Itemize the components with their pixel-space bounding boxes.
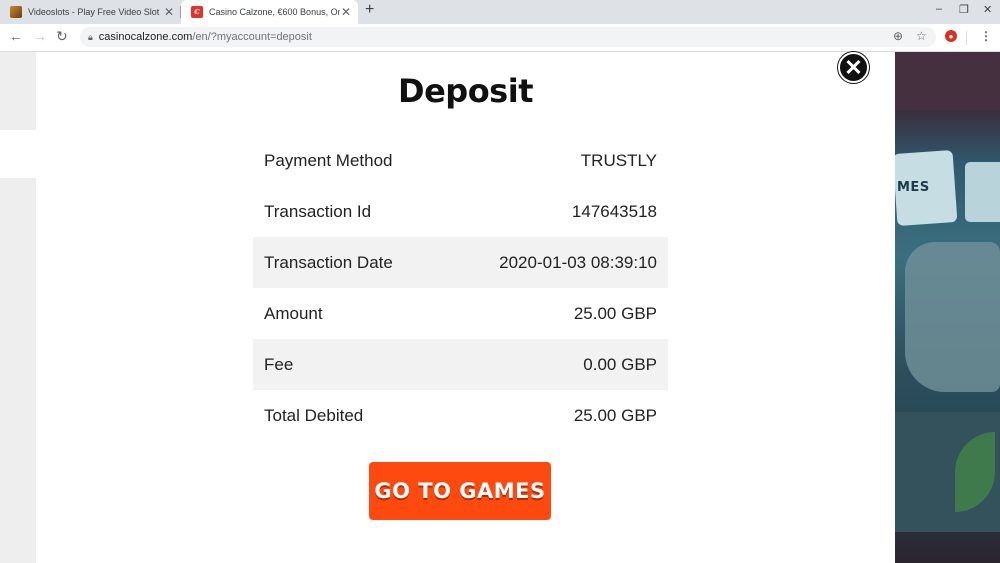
art-sign-secondary [965, 162, 1000, 222]
detail-label: Payment Method [264, 150, 393, 170]
background-artwork: MES [895, 52, 1000, 563]
window-close-icon[interactable]: ✕ [983, 3, 992, 16]
detail-label: Total Debited [264, 405, 364, 425]
detail-value: 25.00 GBP [573, 405, 657, 425]
extension-icon[interactable]: ● [945, 30, 957, 42]
videoslots-favicon-icon [10, 6, 22, 18]
restore-icon[interactable]: ❐ [959, 3, 969, 16]
minimize-icon[interactable]: – [936, 3, 942, 15]
go-to-games-button[interactable]: GO TO GAMES [369, 462, 551, 520]
tab-title: Casino Calzone, €600 Bonus, Onl [209, 7, 340, 17]
detail-label: Amount [264, 303, 323, 323]
more-menu-icon[interactable]: ⋮ [980, 29, 992, 43]
detail-value: 0.00 GBP [583, 354, 657, 374]
bookmark-star-icon[interactable]: ☆ [916, 29, 927, 43]
transaction-details: Payment Method TRUSTLY Transaction Id 14… [253, 135, 668, 441]
left-sidebar-strip [0, 130, 36, 178]
art-rock [905, 242, 1000, 392]
reload-icon[interactable]: ↻ [56, 28, 68, 45]
detail-row-transaction-id: Transaction Id 147643518 [253, 186, 668, 237]
browser-toolbar: ← → ↻ 🔒︎ casinocalzone.com/en/?myaccount… [0, 24, 1000, 52]
detail-value: 147643518 [571, 201, 657, 221]
detail-value: 2020-01-03 08:39:10 [499, 252, 657, 272]
forward-arrow-icon[interactable]: → [33, 28, 47, 44]
toolbar-divider [966, 31, 967, 45]
detail-value: TRUSTLY [580, 150, 657, 170]
lock-icon: 🔒︎ [88, 31, 93, 42]
back-arrow-icon[interactable]: ← [9, 28, 23, 44]
art-band [895, 52, 1000, 110]
casino-calzone-favicon-icon: c [191, 6, 203, 18]
url-path: /en/?myaccount=deposit [192, 31, 312, 43]
detail-row-amount: Amount 25.00 GBP [253, 288, 668, 339]
detail-row-total-debited: Total Debited 25.00 GBP [253, 390, 668, 441]
url-host: casinocalzone.com [98, 31, 193, 43]
detail-row-transaction-date: Transaction Date 2020-01-03 08:39:10 [253, 237, 668, 288]
tab-title: Videoslots - Play Free Video Slot [28, 7, 160, 17]
new-tab-button[interactable]: + [365, 1, 374, 19]
modal-title: Deposit [398, 72, 533, 110]
tab-videoslots[interactable]: Videoslots - Play Free Video Slot ✕ [0, 0, 181, 24]
detail-value: 25.00 GBP [573, 303, 657, 323]
detail-label: Transaction Date [264, 252, 393, 272]
address-bar[interactable]: 🔒︎ casinocalzone.com/en/?myaccount=depos… [80, 27, 936, 47]
art-sign-text: MES [897, 180, 930, 195]
detail-row-fee: Fee 0.00 GBP [253, 339, 668, 390]
tab-casino-calzone[interactable]: c Casino Calzone, €600 Bonus, Onl ✕ [181, 0, 358, 24]
tab-close-icon[interactable]: ✕ [163, 5, 175, 19]
detail-label: Fee [264, 354, 294, 374]
detail-label: Transaction Id [264, 201, 372, 221]
add-icon[interactable]: ⊕ [893, 29, 903, 43]
detail-row-payment-method: Payment Method TRUSTLY [253, 135, 668, 186]
tab-close-icon[interactable]: ✕ [340, 5, 352, 19]
tab-strip: Videoslots - Play Free Video Slot ✕ c Ca… [0, 0, 1000, 24]
